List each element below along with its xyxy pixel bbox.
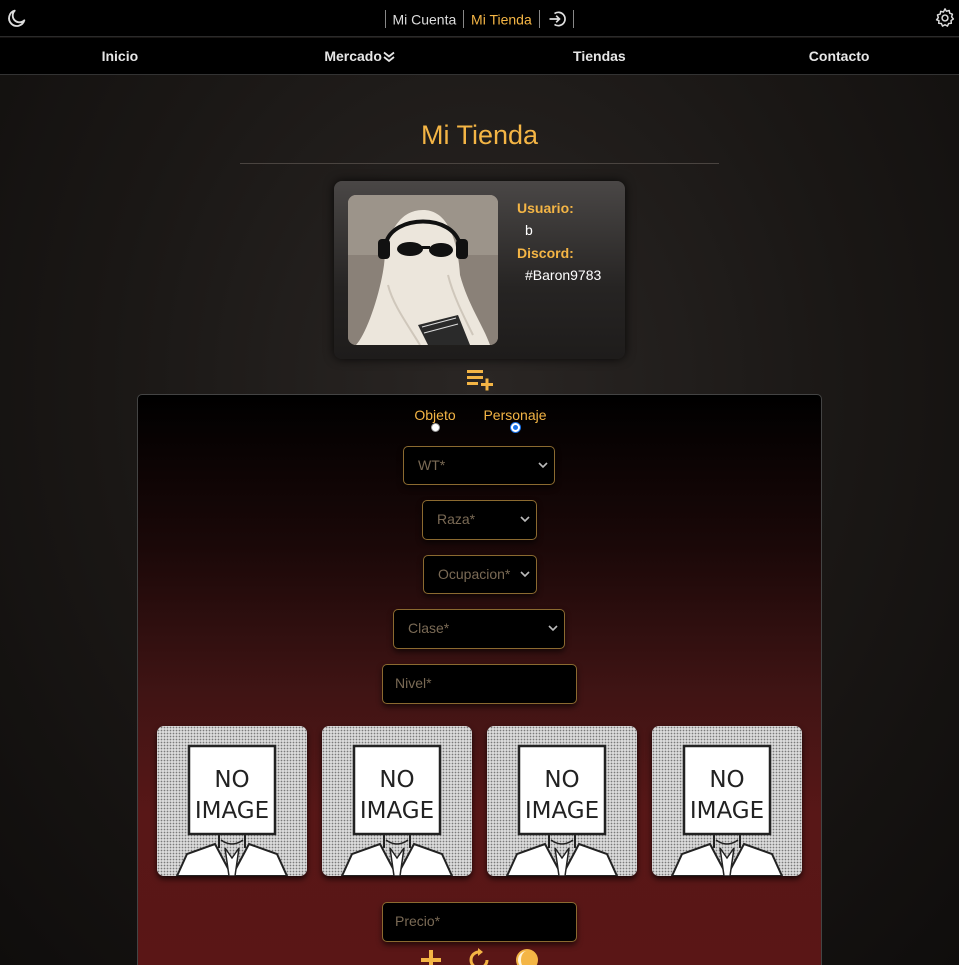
my-store-link[interactable]: Mi Tienda bbox=[471, 11, 532, 27]
nav-label: Tiendas bbox=[573, 48, 626, 64]
title-divider bbox=[240, 163, 719, 164]
top-bar: Mi Cuenta Mi Tienda bbox=[0, 0, 959, 37]
occupation-select[interactable]: Ocupacion* bbox=[423, 555, 537, 594]
chevron-down-icon bbox=[520, 516, 530, 523]
image-slot-3[interactable]: NO IMAGE bbox=[487, 726, 637, 876]
race-select[interactable]: Raza* bbox=[422, 500, 537, 540]
add-list-icon[interactable] bbox=[465, 367, 495, 391]
nav-label: Inicio bbox=[101, 48, 139, 64]
no-image-line1: NO bbox=[544, 767, 579, 793]
level-input[interactable]: Nivel* bbox=[382, 664, 577, 704]
divider bbox=[463, 10, 465, 29]
refresh-icon[interactable] bbox=[466, 947, 492, 965]
no-image-line2: IMAGE bbox=[690, 798, 764, 824]
price-placeholder: Precio* bbox=[395, 913, 441, 929]
add-icon[interactable] bbox=[418, 947, 444, 965]
user-label: Usuario: bbox=[517, 200, 574, 216]
no-image-line1: NO bbox=[379, 767, 414, 793]
new-listing-form: Objeto Personaje WT* Raza* Ocupacion* Cl… bbox=[137, 394, 822, 965]
level-placeholder: Nivel* bbox=[395, 675, 432, 691]
image-slot-4[interactable]: NO IMAGE bbox=[652, 726, 802, 876]
profile-card: Usuario: b Discord: #Baron9783 bbox=[334, 181, 625, 359]
no-image-line2: IMAGE bbox=[195, 798, 269, 824]
gear-icon[interactable] bbox=[934, 7, 956, 29]
radio-button[interactable] bbox=[430, 423, 440, 432]
class-placeholder: Clase* bbox=[408, 620, 450, 636]
class-select[interactable]: Clase* bbox=[393, 609, 565, 649]
divider bbox=[573, 10, 575, 29]
divider bbox=[538, 10, 540, 29]
user-value: b bbox=[525, 222, 533, 238]
chevron-down-icon bbox=[520, 571, 530, 578]
avatar bbox=[348, 195, 498, 345]
nav-label: Mercado bbox=[324, 48, 382, 64]
chevron-down-icon bbox=[538, 462, 548, 469]
race-placeholder: Raza* bbox=[437, 511, 476, 527]
image-slot-2[interactable]: NO IMAGE bbox=[322, 726, 472, 876]
logout-icon[interactable] bbox=[547, 9, 567, 29]
radio-label: Personaje bbox=[483, 407, 547, 423]
nav-item-inicio[interactable]: Inicio bbox=[0, 38, 240, 74]
no-image-line1: NO bbox=[214, 767, 249, 793]
wt-select[interactable]: WT* bbox=[403, 446, 555, 485]
wt-placeholder: WT* bbox=[418, 457, 446, 473]
radio-objeto[interactable]: Objeto bbox=[410, 407, 460, 432]
radio-personaje[interactable]: Personaje bbox=[482, 407, 548, 432]
account-links: Mi Cuenta Mi Tienda bbox=[0, 8, 959, 29]
nav-item-tiendas[interactable]: Tiendas bbox=[480, 38, 720, 74]
discord-value: #Baron9783 bbox=[525, 267, 602, 283]
occupation-placeholder: Ocupacion* bbox=[438, 566, 511, 582]
no-image-line1: NO bbox=[709, 767, 744, 793]
divider bbox=[384, 10, 386, 29]
no-image-line2: IMAGE bbox=[360, 798, 434, 824]
double-chevron-down-icon bbox=[383, 52, 395, 63]
nav-item-mercado[interactable]: Mercado bbox=[240, 38, 480, 74]
profile-info: Usuario: b Discord: #Baron9783 bbox=[517, 197, 601, 287]
radio-label: Objeto bbox=[414, 407, 456, 423]
image-slot-1[interactable]: NO IMAGE bbox=[157, 726, 307, 876]
main-nav: Inicio Mercado Tiendas Contacto bbox=[0, 38, 959, 75]
discord-label: Discord: bbox=[517, 245, 574, 261]
radio-button-selected[interactable] bbox=[510, 423, 520, 432]
nav-label: Contacto bbox=[808, 48, 870, 64]
theme-toggle-icon[interactable] bbox=[514, 947, 540, 965]
my-account-link[interactable]: Mi Cuenta bbox=[392, 11, 456, 27]
no-image-line2: IMAGE bbox=[525, 798, 599, 824]
page-title: Mi Tienda bbox=[420, 120, 539, 150]
price-input[interactable]: Precio* bbox=[382, 902, 577, 942]
nav-item-contacto[interactable]: Contacto bbox=[719, 38, 959, 74]
chevron-down-icon bbox=[548, 625, 558, 632]
